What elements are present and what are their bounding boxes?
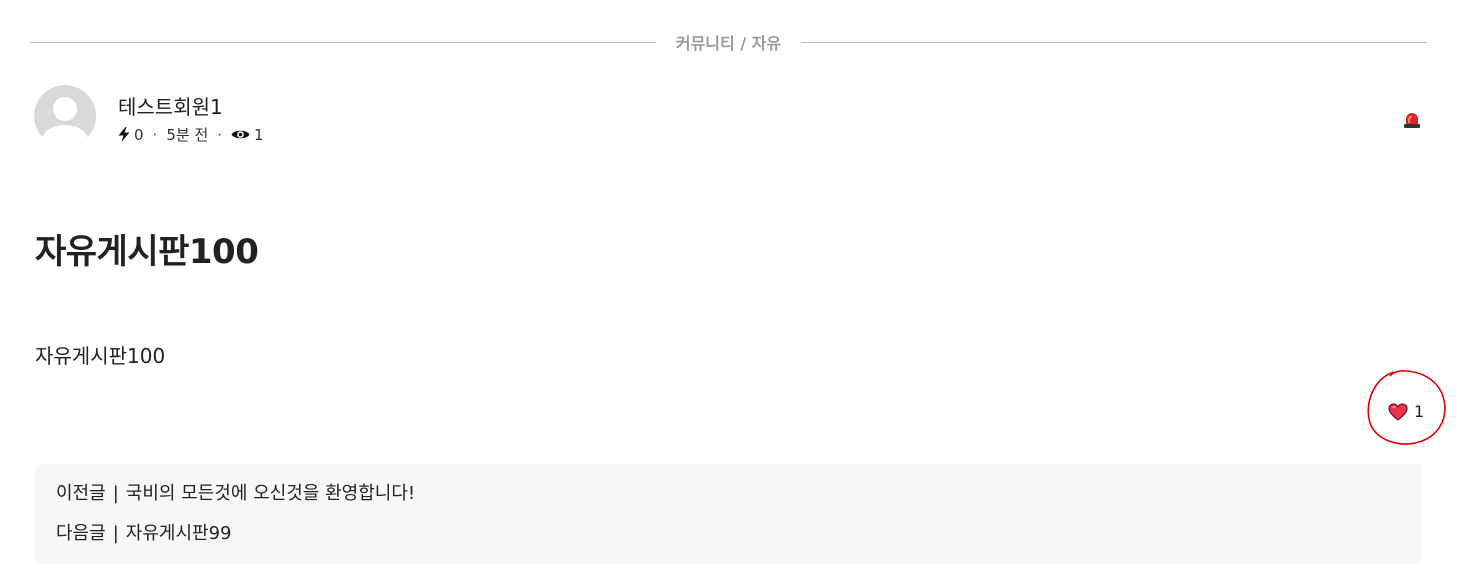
- breadcrumb-text[interactable]: 커뮤니티 / 자유: [656, 30, 801, 54]
- like-button[interactable]: 1: [1388, 402, 1424, 421]
- points-count: 0: [134, 125, 144, 144]
- post-body: 자유게시판100: [35, 344, 166, 368]
- avatar[interactable]: [34, 85, 96, 147]
- post-title: 자유게시판100: [35, 232, 259, 272]
- prev-post-link[interactable]: 이전글 | 국비의 모든것에 오신것을 환영합니다!: [56, 482, 1401, 522]
- like-count: 1: [1414, 402, 1425, 421]
- author-block: 테스트회원1 0 · 5분 전 · 1: [34, 85, 264, 147]
- view-count: 1: [254, 125, 264, 144]
- post-time: 5분 전: [166, 126, 209, 144]
- siren-icon[interactable]: [1403, 111, 1421, 129]
- prev-post-label: 이전글: [56, 483, 106, 504]
- breadcrumb-divider-right: [801, 41, 1427, 43]
- breadcrumb-divider-left: [30, 41, 656, 43]
- next-post-link[interactable]: 다음글 | 자유게시판99: [56, 522, 1401, 562]
- author-name[interactable]: 테스트회원1: [118, 94, 264, 120]
- next-post-label: 다음글: [56, 523, 106, 544]
- post-meta: 0 · 5분 전 · 1: [118, 124, 264, 145]
- breadcrumb: 커뮤니티 / 자유: [30, 28, 1427, 56]
- eye-icon: [231, 128, 250, 141]
- prev-post-title[interactable]: 국비의 모든것에 오신것을 환영합니다!: [126, 482, 415, 522]
- post-navigation: 이전글 | 국비의 모든것에 오신것을 환영합니다! 다음글 | 자유게시판99: [35, 464, 1422, 564]
- author-info: 테스트회원1 0 · 5분 전 · 1: [118, 94, 264, 145]
- next-post-title[interactable]: 자유게시판99: [126, 522, 232, 562]
- heart-icon: [1388, 402, 1408, 421]
- lightning-icon: [118, 127, 130, 142]
